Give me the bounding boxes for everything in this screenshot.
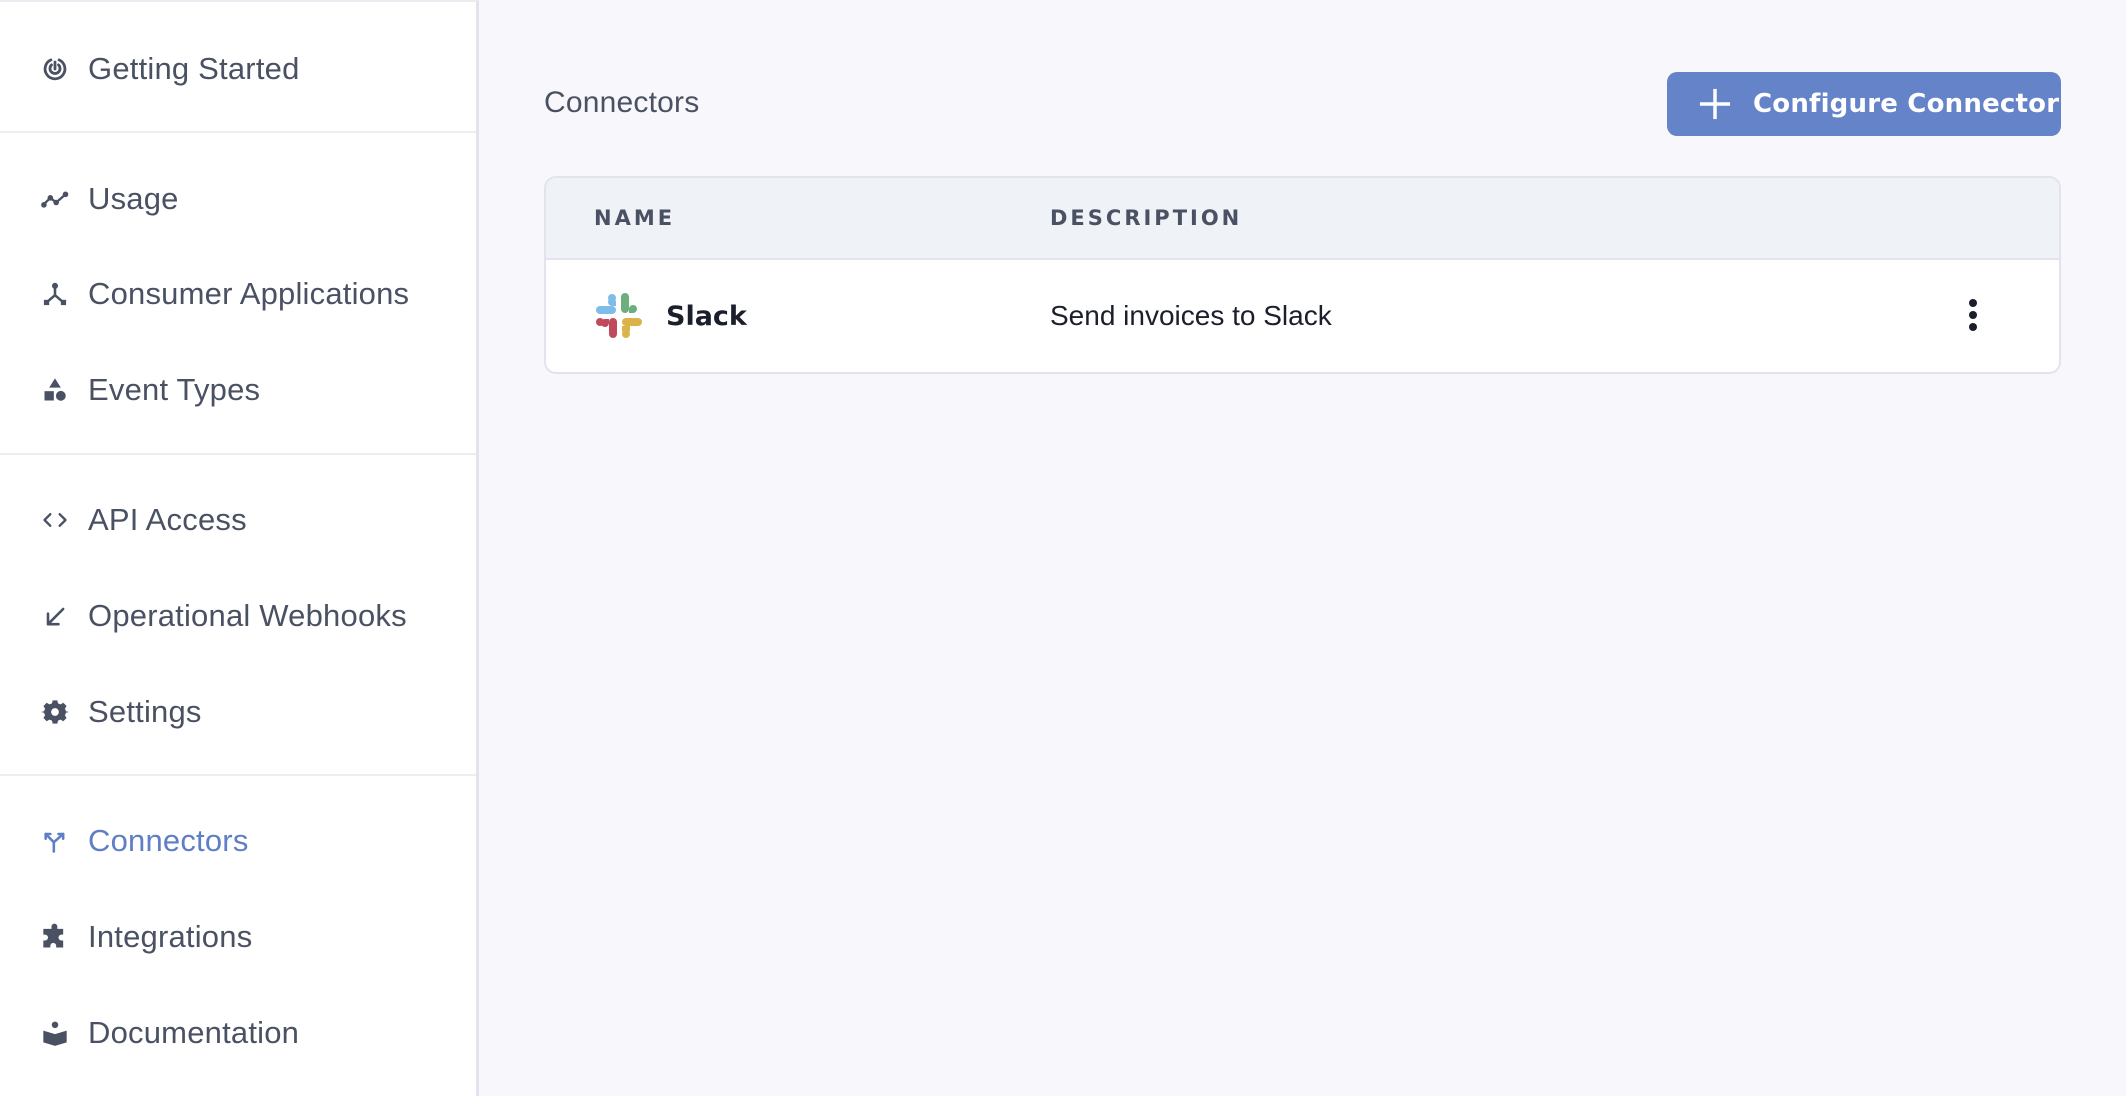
page-title: Connectors bbox=[544, 86, 700, 119]
sidebar-item-usage[interactable]: Usage bbox=[0, 167, 476, 231]
arrow-down-left-icon bbox=[40, 601, 70, 631]
puzzle-icon bbox=[40, 922, 70, 952]
sidebar-item-settings[interactable]: Settings bbox=[0, 680, 476, 744]
sidebar-item-connectors[interactable]: Connectors bbox=[0, 809, 476, 873]
radar-icon bbox=[40, 54, 70, 84]
sidebar-item-label: Usage bbox=[88, 181, 179, 216]
table-row[interactable]: Slack Send invoices to Slack bbox=[546, 260, 2059, 372]
cell-name: Slack bbox=[594, 260, 747, 372]
column-header-name: NAME bbox=[594, 206, 676, 230]
sidebar-item-documentation[interactable]: Documentation bbox=[0, 1001, 476, 1065]
configure-connector-button[interactable]: Configure Connector bbox=[1667, 72, 2061, 136]
column-header-description: DESCRIPTION bbox=[1050, 206, 1243, 230]
sidebar-item-label: Getting Started bbox=[88, 51, 300, 86]
connectors-table: NAME DESCRIPTION Slack Send invoices to … bbox=[544, 176, 2061, 374]
table-header: NAME DESCRIPTION bbox=[546, 178, 2059, 260]
book-reader-icon bbox=[40, 1018, 70, 1048]
gear-icon bbox=[40, 697, 70, 727]
code-brackets-icon bbox=[40, 505, 70, 535]
sidebar-item-api-access[interactable]: API Access bbox=[0, 488, 476, 552]
sidebar-item-label: Operational Webhooks bbox=[88, 598, 407, 633]
configure-connector-label: Configure Connector bbox=[1753, 89, 2060, 119]
shapes-icon bbox=[40, 375, 70, 405]
more-vertical-icon bbox=[1969, 299, 1977, 331]
sidebar: Getting Started Usage Consumer Applicati… bbox=[0, 0, 479, 1096]
sidebar-item-operational-webhooks[interactable]: Operational Webhooks bbox=[0, 584, 476, 648]
sidebar-item-label: Integrations bbox=[88, 919, 253, 954]
sidebar-item-label: Documentation bbox=[88, 1015, 300, 1050]
sidebar-item-getting-started[interactable]: Getting Started bbox=[0, 37, 476, 101]
sidebar-item-label: Connectors bbox=[88, 823, 249, 858]
sidebar-item-label: Settings bbox=[88, 694, 202, 729]
sidebar-item-label: Event Types bbox=[88, 372, 261, 407]
slack-logo-icon bbox=[596, 293, 642, 338]
sidebar-item-event-types[interactable]: Event Types bbox=[0, 358, 476, 422]
sidebar-item-consumer-applications[interactable]: Consumer Applications bbox=[0, 262, 476, 326]
plus-icon bbox=[1699, 88, 1731, 120]
network-nodes-icon bbox=[40, 279, 70, 309]
connector-description: Send invoices to Slack bbox=[1050, 300, 1332, 331]
connector-name: Slack bbox=[666, 300, 747, 332]
sidebar-divider bbox=[0, 453, 476, 455]
sidebar-divider bbox=[0, 774, 476, 776]
row-actions-button[interactable] bbox=[1953, 260, 1993, 372]
sidebar-divider bbox=[0, 131, 476, 133]
sidebar-item-label: Consumer Applications bbox=[88, 276, 410, 311]
sidebar-item-label: API Access bbox=[88, 502, 247, 537]
split-arrows-icon bbox=[40, 826, 70, 856]
line-chart-icon bbox=[40, 184, 70, 214]
sidebar-item-integrations[interactable]: Integrations bbox=[0, 905, 476, 969]
